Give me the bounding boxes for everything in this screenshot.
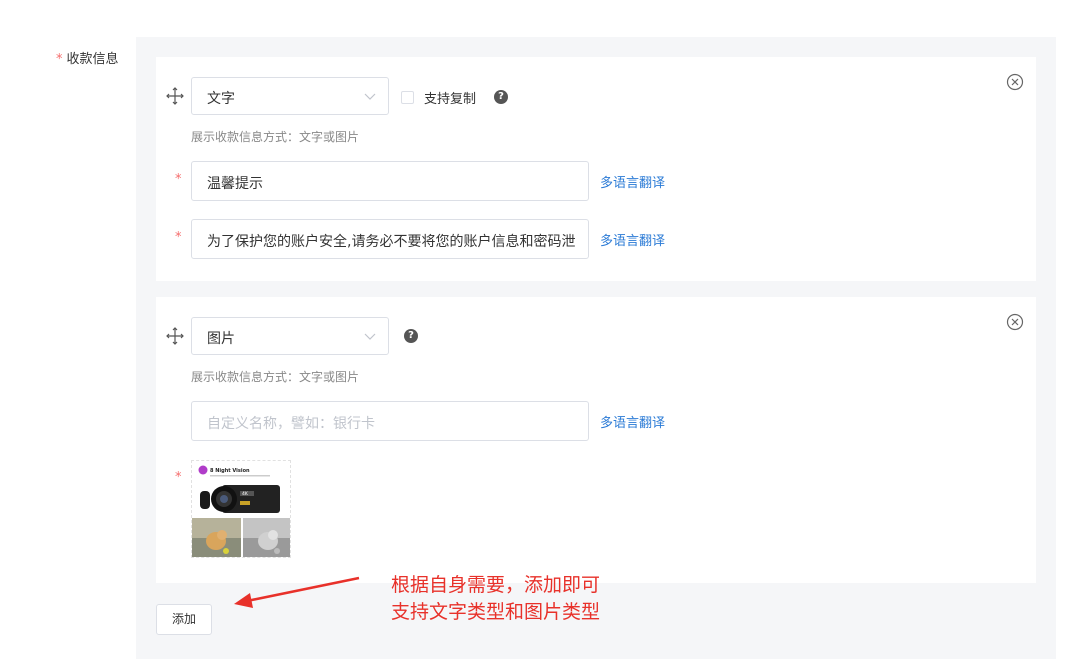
- type-select-value: 文字: [207, 91, 235, 107]
- type-select-value: 图片: [207, 331, 235, 347]
- question-circle-icon[interactable]: ?: [404, 329, 418, 343]
- annotation-line-2: 支持文字类型和图片类型: [391, 601, 601, 623]
- support-copy-checkbox[interactable]: 支持复制: [401, 89, 477, 107]
- content-input-value: 为了保护您的账户安全,请务必不要将您的账户信息和密码泄: [207, 234, 576, 250]
- required-mark: *: [175, 172, 182, 187]
- payment-info-card-text: 文字 支持复制 ? 展示收款信息方式：文字或图片 * 温馨提示 多语言翻译 * …: [156, 57, 1036, 281]
- content-input[interactable]: 为了保护您的账户安全,请务必不要将您的账户信息和密码泄: [191, 219, 589, 259]
- translate-link[interactable]: 多语言翻译: [600, 412, 665, 431]
- checkbox-box[interactable]: [401, 90, 414, 104]
- annotation-line-1: 根据自身需要，添加即可: [391, 574, 601, 596]
- required-mark: *: [56, 52, 63, 67]
- custom-name-input[interactable]: 自定义名称，譬如：银行卡: [191, 401, 589, 441]
- type-select[interactable]: 文字: [191, 77, 389, 115]
- translate-link[interactable]: 多语言翻译: [600, 230, 665, 249]
- title-input-value: 温馨提示: [207, 176, 263, 192]
- move-cross-icon[interactable]: [166, 327, 184, 345]
- custom-name-placeholder: 自定义名称，譬如：银行卡: [207, 416, 375, 432]
- support-copy-label: 支持复制: [424, 91, 477, 107]
- annotation-arrow-icon: [234, 576, 360, 608]
- type-select[interactable]: 图片: [191, 317, 389, 355]
- image-title-text: 8 Night Vision: [210, 468, 250, 474]
- uploaded-image[interactable]: 8 Night Vision 4K: [191, 460, 291, 558]
- move-cross-icon[interactable]: [166, 87, 184, 105]
- circle-x-icon[interactable]: [1006, 313, 1024, 331]
- required-mark: *: [175, 230, 182, 245]
- display-mode-hint: 展示收款信息方式：文字或图片: [191, 370, 360, 384]
- chevron-down-icon: [364, 93, 376, 100]
- display-mode-hint: 展示收款信息方式：文字或图片: [191, 130, 360, 144]
- title-input[interactable]: 温馨提示: [191, 161, 589, 201]
- annotation-note: 根据自身需要，添加即可 支持文字类型和图片类型: [391, 572, 600, 626]
- payment-info-label: * 收款信息: [56, 48, 119, 67]
- required-mark: *: [175, 470, 182, 485]
- add-button[interactable]: 添加: [156, 604, 212, 635]
- question-circle-icon[interactable]: ?: [494, 90, 508, 104]
- payment-info-label-text: 收款信息: [66, 52, 119, 67]
- translate-link[interactable]: 多语言翻译: [600, 172, 665, 191]
- chevron-down-icon: [364, 333, 376, 340]
- uploaded-image-preview: 8 Night Vision 4K: [192, 461, 290, 557]
- payment-info-card-image: 图片 ? 展示收款信息方式：文字或图片 自定义名称，譬如：银行卡 多语言翻译 *…: [156, 297, 1036, 583]
- circle-x-icon[interactable]: [1006, 73, 1024, 91]
